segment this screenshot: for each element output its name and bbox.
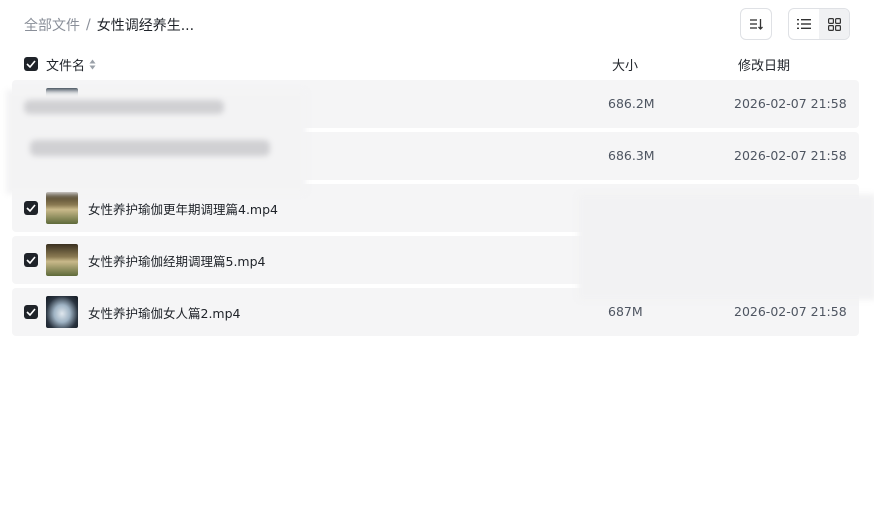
view-toolbar [740, 8, 850, 40]
sort-caret-icon [89, 59, 96, 70]
list-view-button[interactable] [789, 9, 819, 39]
grid-view-icon [827, 17, 841, 31]
breadcrumb-root-link[interactable]: 全部文件 [24, 15, 80, 35]
video-thumbnail [46, 296, 78, 328]
column-header-name[interactable]: 文件名 [46, 55, 96, 74]
file-name[interactable]: 女性养护瑜伽女人篇2.mp4 [88, 303, 241, 322]
file-table-header: 文件名 大小 修改日期 [12, 52, 859, 76]
sort-descending-icon [750, 19, 763, 30]
check-icon [26, 60, 36, 68]
column-header-size[interactable]: 大小 [612, 55, 638, 74]
breadcrumb-current-folder: 女性调经养生... [96, 18, 195, 34]
select-all-checkbox[interactable] [24, 57, 38, 71]
row-checkbox[interactable] [24, 253, 38, 267]
file-size: 686.2M [608, 96, 655, 111]
file-size: 687M [608, 304, 643, 319]
row-checkbox[interactable] [24, 201, 38, 215]
redacted-area [578, 194, 874, 300]
check-icon [26, 308, 36, 316]
redacted-area [6, 90, 306, 194]
file-name[interactable]: 女性养护瑜伽经期调理篇5.mp4 [88, 251, 266, 270]
check-icon [26, 256, 36, 264]
check-icon [26, 204, 36, 212]
breadcrumb-separator: / [86, 17, 91, 33]
list-view-icon [797, 19, 811, 29]
video-thumbnail [46, 244, 78, 276]
video-thumbnail [46, 192, 78, 224]
file-date: 2026-02-07 21:58 [734, 148, 847, 163]
row-checkbox[interactable] [24, 305, 38, 319]
file-name[interactable]: 女性养护瑜伽更年期调理篇4.mp4 [88, 199, 278, 218]
breadcrumb: 全部文件 / 女性调经养生... [24, 15, 194, 35]
view-mode-toggle [788, 8, 850, 40]
column-header-date[interactable]: 修改日期 [738, 55, 790, 74]
column-header-name-label: 文件名 [46, 59, 86, 74]
file-date: 2026-02-07 21:58 [734, 304, 847, 319]
file-date: 2026-02-07 21:58 [734, 96, 847, 111]
sort-button[interactable] [740, 8, 772, 40]
grid-view-button[interactable] [819, 9, 849, 39]
file-size: 686.3M [608, 148, 655, 163]
